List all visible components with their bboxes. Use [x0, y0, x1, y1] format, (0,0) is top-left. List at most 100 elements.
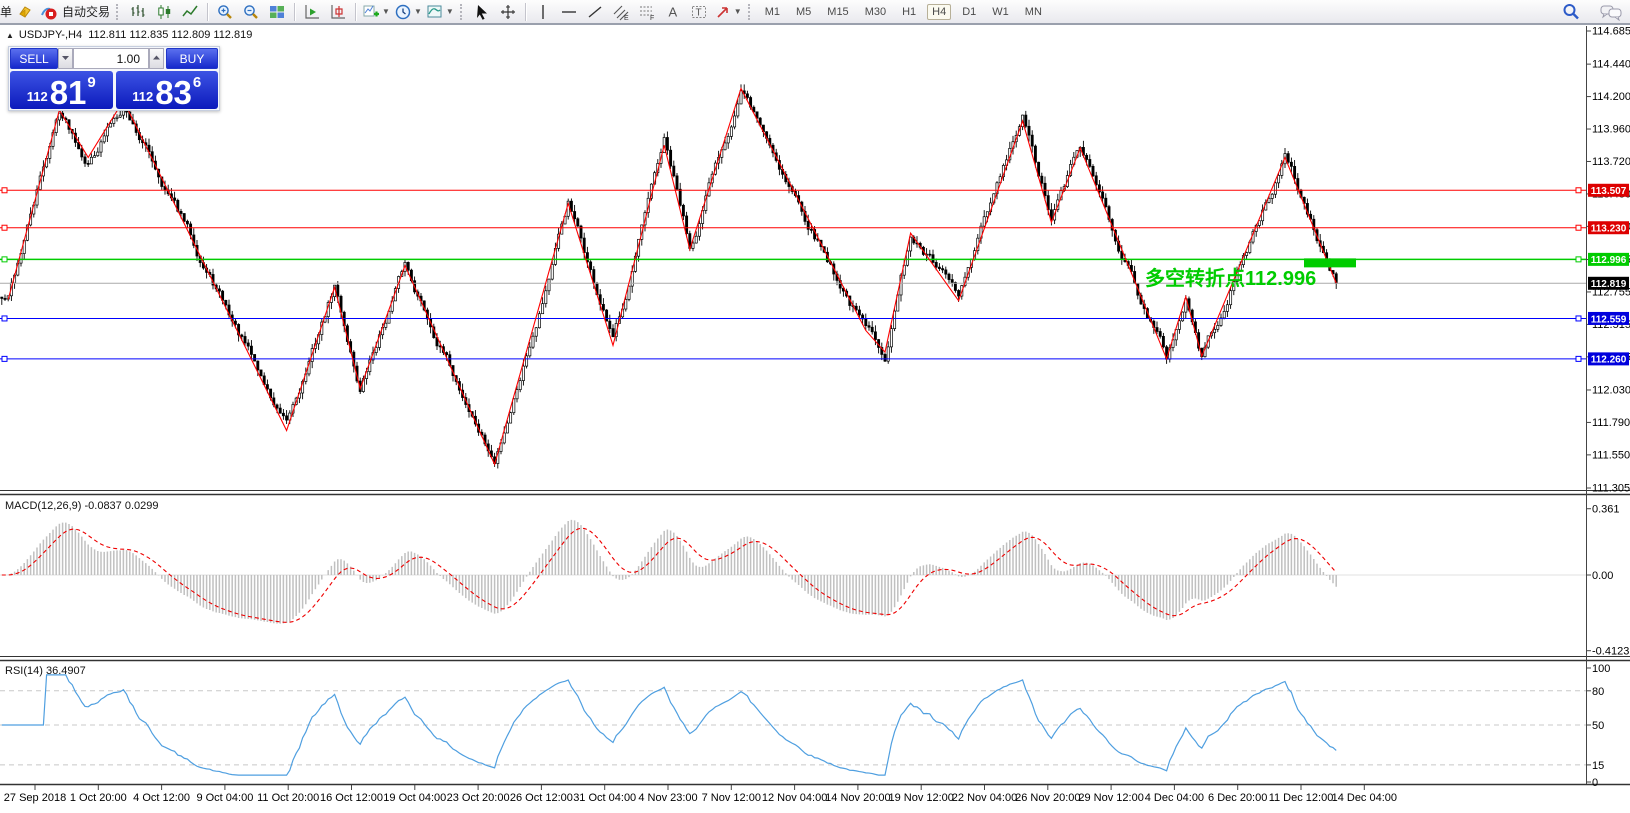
- fibonacci-icon[interactable]: F: [636, 1, 658, 23]
- text-label-icon[interactable]: T: [688, 1, 710, 23]
- equidistant-channel-icon[interactable]: E: [610, 1, 632, 23]
- macd-axis-label: -0.4123: [1592, 646, 1629, 658]
- pivot-annotation-text: 多空转折点112.996: [1145, 266, 1316, 290]
- rsi-axis-label: 50: [1592, 720, 1604, 732]
- macd-axis-label: 0.361: [1592, 504, 1620, 516]
- price-axis: 114.685114.440114.200113.960113.720113.4…: [1586, 26, 1630, 790]
- price-tag-label: 113.230: [1591, 224, 1627, 235]
- sell-price-button[interactable]: 112819: [10, 71, 113, 109]
- macd-name: MACD(12,26,9): [5, 500, 81, 512]
- time-axis-label: 11 Oct 20:00: [257, 792, 319, 804]
- price-axis-label: 111.790: [1592, 417, 1630, 429]
- price-tags: 113.507113.230112.996112.819112.559112.2…: [1588, 184, 1629, 366]
- time-axis-label: 23 Oct 20:00: [447, 792, 510, 804]
- time-axis-label: 31 Oct 04:00: [573, 792, 636, 804]
- line-handle[interactable]: [1576, 188, 1581, 193]
- chart-shift-icon[interactable]: [327, 1, 349, 23]
- macd-axis-label: 0.00: [1592, 570, 1613, 582]
- tile-windows-icon[interactable]: [266, 1, 288, 23]
- candlestick-chart-icon[interactable]: [153, 1, 175, 23]
- volume-input[interactable]: [73, 48, 149, 69]
- sell-price-big: 81: [50, 77, 87, 108]
- timeframe-M5[interactable]: M5: [791, 4, 816, 20]
- sell-button[interactable]: SELL: [10, 48, 58, 69]
- search-icon[interactable]: [1560, 1, 1582, 23]
- line-handle[interactable]: [2, 188, 7, 193]
- volume-increase-button[interactable]: [149, 48, 164, 69]
- zoom-in-icon[interactable]: [214, 1, 236, 23]
- time-axis-label: 26 Oct 12:00: [510, 792, 573, 804]
- line-handle[interactable]: [1576, 225, 1581, 230]
- timeframe-toolbar: M1 M5 M15 M30 H1 H4 D1 W1 MN: [757, 4, 1050, 20]
- timeframe-MN[interactable]: MN: [1020, 4, 1047, 20]
- cursor-icon[interactable]: [471, 1, 493, 23]
- auto-scroll-icon[interactable]: [301, 1, 323, 23]
- line-handle[interactable]: [1576, 356, 1581, 361]
- arrows-button[interactable]: ▼: [714, 1, 742, 23]
- buy-button[interactable]: BUY: [166, 48, 218, 69]
- time-axis-label: 19 Oct 04:00: [383, 792, 446, 804]
- line-handle[interactable]: [1576, 257, 1581, 262]
- sell-price-sup: 9: [87, 74, 95, 91]
- sell-price-prefix: 112: [27, 90, 48, 108]
- buy-price-sup: 6: [193, 74, 201, 91]
- trade-panel-top-row: SELL BUY: [10, 48, 218, 69]
- horizontal-level-lines: [0, 188, 1586, 362]
- indicators-icon: [362, 3, 380, 21]
- buy-price-button[interactable]: 112836: [116, 71, 219, 109]
- zoom-out-icon[interactable]: [240, 1, 262, 23]
- line-handle[interactable]: [2, 356, 7, 361]
- macd-histogram: [2, 520, 1336, 624]
- line-handle[interactable]: [2, 316, 7, 321]
- line-chart-icon[interactable]: [179, 1, 201, 23]
- trade-panel-price-row: 112819 112836: [10, 71, 218, 109]
- line-handle[interactable]: [2, 257, 7, 262]
- time-axis-label: 9 Oct 04:00: [196, 792, 253, 804]
- timeframe-W1[interactable]: W1: [987, 4, 1014, 20]
- periods-button[interactable]: ▼: [394, 1, 422, 23]
- arrows-icon: [714, 3, 732, 21]
- time-axis-label: 4 Nov 23:00: [638, 792, 697, 804]
- timeframe-M30[interactable]: M30: [860, 4, 891, 20]
- toolbar-grip[interactable]: [748, 4, 753, 20]
- templates-button[interactable]: ▼: [426, 1, 454, 23]
- collapse-icon[interactable]: ▲: [6, 31, 14, 40]
- bar-chart-icon[interactable]: [127, 1, 149, 23]
- triangle-up-icon: [152, 54, 161, 61]
- timeframe-H1[interactable]: H1: [897, 4, 921, 20]
- vertical-line-icon[interactable]: [532, 1, 554, 23]
- chat-icon[interactable]: [1600, 1, 1622, 23]
- zigzag-line: [8, 88, 1336, 464]
- chart-title: ▲ USDJPY-,H4 112.811 112.835 112.809 112…: [6, 29, 252, 41]
- rsi-axis-label: 0: [1592, 777, 1598, 789]
- macd-values: -0.0837 0.0299: [84, 500, 158, 512]
- trendline-icon[interactable]: [584, 1, 606, 23]
- svg-text:F: F: [650, 15, 654, 21]
- buy-price-big: 83: [155, 77, 192, 108]
- line-handle[interactable]: [2, 225, 7, 230]
- time-axis: 27 Sep 20181 Oct 20:004 Oct 12:009 Oct 0…: [4, 785, 1397, 804]
- price-tag-label: 112.559: [1591, 314, 1627, 325]
- text-icon[interactable]: A: [662, 1, 684, 23]
- line-handle[interactable]: [1576, 316, 1581, 321]
- candlestick-series: [1, 84, 1338, 468]
- new-order-icon[interactable]: [14, 1, 36, 23]
- toolbar-separator: [525, 3, 526, 21]
- orders-label[interactable]: 单: [0, 3, 12, 20]
- timeframe-M1[interactable]: M1: [760, 4, 785, 20]
- price-tag-label: 113.507: [1591, 186, 1627, 197]
- crosshair-icon[interactable]: [497, 1, 519, 23]
- time-axis-label: 22 Nov 04:00: [952, 792, 1017, 804]
- toolbar-grip[interactable]: [116, 4, 121, 20]
- toolbar-grip[interactable]: [460, 4, 465, 20]
- timeframe-H4[interactable]: H4: [927, 4, 951, 20]
- price-axis-label: 112.030: [1592, 384, 1630, 396]
- horizontal-line-icon[interactable]: [558, 1, 580, 23]
- chart-canvas[interactable]: 多空转折点112.996 114.685114.440114.200113.960…: [0, 0, 1630, 813]
- time-axis-label: 6 Dec 20:00: [1208, 792, 1267, 804]
- autotrading-button[interactable]: 自动交易: [40, 1, 110, 23]
- indicators-button[interactable]: ▼: [362, 1, 390, 23]
- timeframe-M15[interactable]: M15: [822, 4, 853, 20]
- timeframe-D1[interactable]: D1: [957, 4, 981, 20]
- volume-decrease-button[interactable]: [58, 48, 73, 69]
